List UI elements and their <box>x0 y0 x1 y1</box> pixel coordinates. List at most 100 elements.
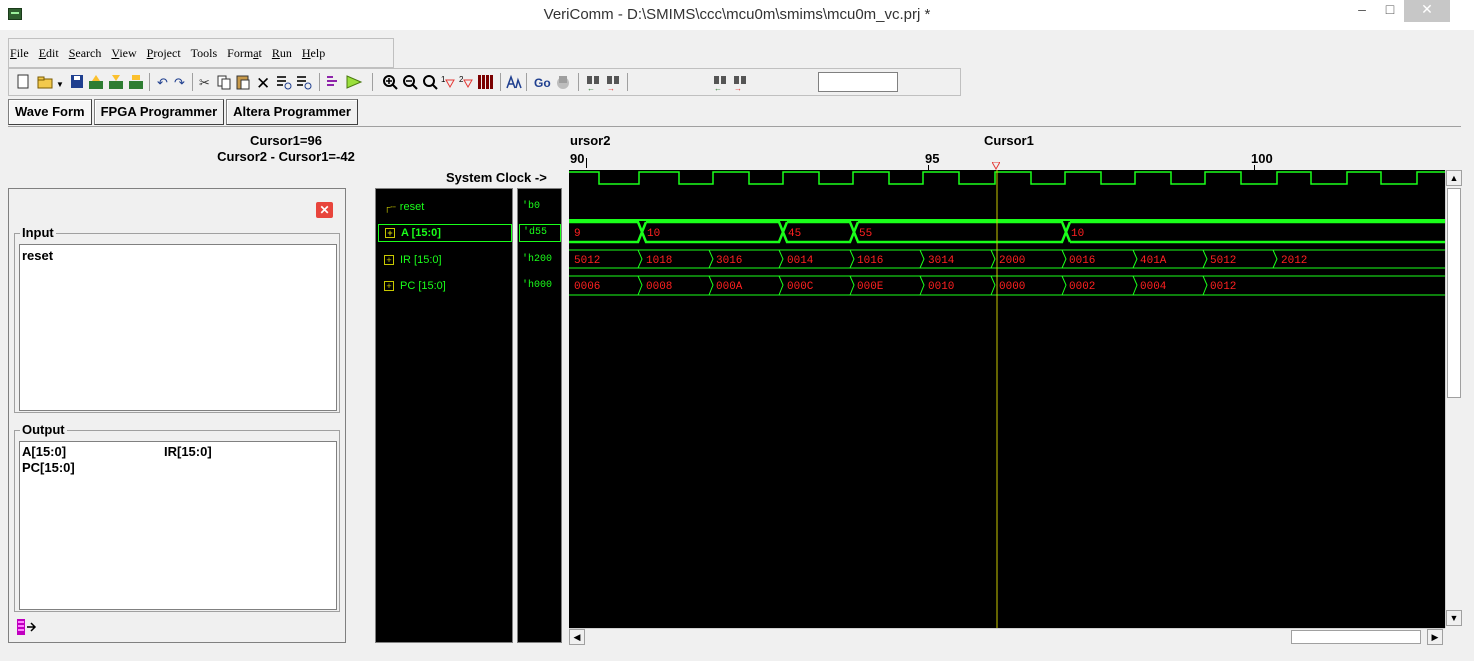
menu-edit[interactable]: Edit <box>39 42 59 64</box>
find-prev-icon-2[interactable]: ← <box>714 76 726 92</box>
ir-value: 5012 <box>574 255 600 267</box>
scroll-up-button[interactable]: ▲ <box>1446 170 1462 186</box>
menu-search[interactable]: Search <box>69 42 102 64</box>
title-bar: VeriComm - D:\SMIMS\ccc\mcu0m\smims\mcu0… <box>0 0 1474 30</box>
project-icon-3[interactable] <box>129 75 143 89</box>
close-panel-button[interactable]: ✕ <box>316 202 333 218</box>
menu-help[interactable]: Help <box>302 42 325 64</box>
run-sim-icon[interactable] <box>346 75 363 89</box>
minimize-button[interactable]: – <box>1348 0 1376 22</box>
vertical-scroll-thumb[interactable] <box>1447 188 1461 398</box>
input-group-label: Input <box>20 225 56 240</box>
cursor2-marker-icon[interactable]: 2 <box>459 75 473 89</box>
project-icon-1[interactable] <box>89 75 103 89</box>
ir-value: 2012 <box>1281 255 1307 267</box>
tab-wave-form[interactable]: Wave Form <box>8 99 92 125</box>
ir-value: 0016 <box>1069 255 1095 267</box>
cursor1-marker[interactable] <box>992 162 1000 170</box>
menu-format[interactable]: Format <box>227 42 262 64</box>
go-button[interactable]: Go <box>534 76 551 90</box>
scroll-down-button[interactable]: ▼ <box>1446 610 1462 626</box>
close-window-button[interactable]: ✕ <box>1404 0 1450 22</box>
delete-icon[interactable]: ✕ <box>256 74 270 92</box>
menu-view[interactable]: View <box>111 42 136 64</box>
output-group-label: Output <box>20 422 67 437</box>
wave-time-header: ursor2 Cursor1 90 95 100 <box>568 130 1453 170</box>
find-next-icon[interactable]: → <box>607 76 619 92</box>
zoom-in-icon[interactable] <box>383 75 398 90</box>
a-bus-wave <box>569 220 1445 244</box>
list-item[interactable]: IR[15:0] <box>164 444 212 459</box>
compile-icon[interactable] <box>327 76 337 86</box>
zoom-out-icon[interactable] <box>403 75 418 90</box>
expand-icon[interactable]: + <box>385 228 395 238</box>
ir-value: 2000 <box>999 255 1025 267</box>
paste-icon[interactable] <box>236 75 250 90</box>
a-value: 9 <box>574 228 581 240</box>
find-next-icon-2[interactable]: → <box>734 76 746 92</box>
signal-row-reset[interactable]: ┌┄ reset <box>384 198 424 216</box>
waveform-svg: 9 10 45 55 10 5012 1018 3016 0014 1016 3… <box>569 170 1445 628</box>
system-clock-wave <box>569 171 1445 185</box>
waveform-area[interactable]: 9 10 45 55 10 5012 1018 3016 0014 1016 3… <box>569 170 1445 628</box>
menu-file[interactable]: File <box>10 42 29 64</box>
time-tick-label: 100 <box>1251 151 1273 166</box>
maximize-button[interactable]: □ <box>1376 0 1404 22</box>
scroll-left-button[interactable]: ◀ <box>569 629 585 645</box>
tree-line-icon: ┌┄ <box>384 201 396 212</box>
system-clock-label: System Clock -> <box>446 170 547 185</box>
signal-row-a[interactable]: + A [15:0] <box>378 224 512 242</box>
signal-tool-icon[interactable] <box>506 74 522 89</box>
find-replace-icon-2[interactable] <box>297 76 312 90</box>
redo-icon[interactable]: ↷ <box>174 75 185 90</box>
undo-icon[interactable]: ↶ <box>157 75 168 90</box>
cut-icon[interactable]: ✂ <box>199 75 210 90</box>
signal-row-pc[interactable]: + PC [15:0] <box>384 277 446 295</box>
tab-bar: Wave Form FPGA Programmer Altera Program… <box>8 99 360 125</box>
pc-value: 000C <box>787 281 814 293</box>
tab-fpga-programmer[interactable]: FPGA Programmer <box>93 99 225 125</box>
ir-value: 401A <box>1140 255 1167 267</box>
expand-icon[interactable]: + <box>384 255 394 265</box>
signal-row-ir[interactable]: + IR [15:0] <box>384 251 442 269</box>
save-icon[interactable] <box>71 75 83 88</box>
menu-tools[interactable]: Tools <box>191 42 218 64</box>
list-item[interactable]: PC[15:0] <box>22 460 75 475</box>
horizontal-scroll-thumb[interactable] <box>1291 630 1421 644</box>
signal-name: PC [15:0] <box>400 280 446 292</box>
project-icon-2[interactable] <box>109 75 123 89</box>
new-file-icon[interactable] <box>17 74 29 89</box>
cursor1-readout: Cursor1=96 <box>250 133 322 148</box>
cursor2-label: ursor2 <box>570 133 611 148</box>
cursor1-marker-icon[interactable]: 1 <box>441 75 455 89</box>
zoom-fit-icon[interactable] <box>423 75 438 90</box>
list-item[interactable]: reset <box>22 248 53 263</box>
tab-altera-programmer[interactable]: Altera Programmer <box>226 99 358 125</box>
toolbar-search-input[interactable] <box>818 72 898 92</box>
menu-project[interactable]: Project <box>147 42 181 64</box>
list-item[interactable]: A[15:0] <box>22 444 66 459</box>
horizontal-scrollbar[interactable]: ◀ ▶ <box>569 628 1445 645</box>
stop-hand-icon[interactable] <box>557 76 569 89</box>
find-prev-icon[interactable]: ← <box>587 76 599 92</box>
pc-value: 0000 <box>999 281 1025 293</box>
pc-value: 0010 <box>928 281 954 293</box>
svg-text:▼: ▼ <box>56 80 64 89</box>
output-list[interactable]: A[15:0] IR[15:0] PC[15:0] <box>19 441 337 610</box>
find-replace-icon-1[interactable] <box>277 76 292 90</box>
scroll-right-button[interactable]: ▶ <box>1427 629 1443 645</box>
ir-value: 1018 <box>646 255 672 267</box>
signal-name: IR [15:0] <box>400 254 442 266</box>
bar-chart-icon[interactable] <box>478 75 493 89</box>
copy-icon[interactable] <box>217 75 231 90</box>
toolbar-icons: ▼ ↶ ↷ ✂ ✕ 1 2 Go ← → ← → <box>17 73 746 92</box>
open-folder-icon[interactable]: ▼ <box>37 76 64 89</box>
signal-value: 'd55 <box>519 224 561 242</box>
pc-value: 0006 <box>574 281 600 293</box>
input-list[interactable]: reset <box>19 244 337 411</box>
expand-icon[interactable]: + <box>384 281 394 291</box>
exit-icon[interactable] <box>16 617 38 637</box>
window-title: VeriComm - D:\SMIMS\ccc\mcu0m\smims\mcu0… <box>543 6 931 23</box>
vertical-scrollbar[interactable]: ▲ ▼ <box>1445 170 1462 628</box>
menu-run[interactable]: Run <box>272 42 292 64</box>
